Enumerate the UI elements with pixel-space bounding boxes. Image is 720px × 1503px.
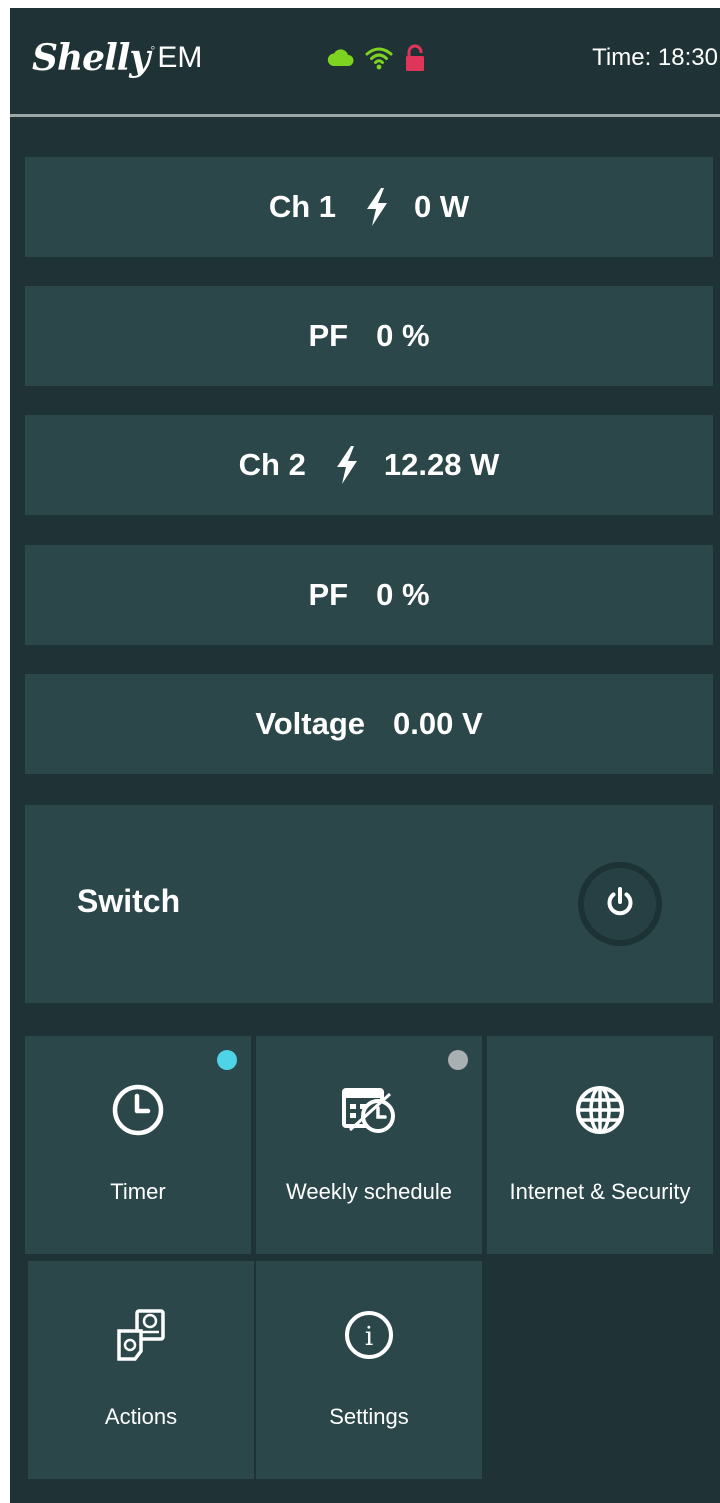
app-header: Shelly ◦ EM Time: 18:30 (10, 8, 720, 114)
actions-icon (28, 1307, 254, 1363)
bolt-icon (364, 187, 390, 227)
status-icons (326, 44, 426, 72)
switch-label: Switch (77, 883, 181, 919)
row-label: PF (308, 577, 349, 612)
info-icon: i (256, 1307, 482, 1363)
clock-icon (25, 1082, 251, 1138)
actions-tile[interactable]: Actions (28, 1261, 254, 1479)
row-value: 0 % (376, 577, 430, 612)
logo-model: EM (157, 41, 203, 74)
tile-label: Internet & Security (509, 1179, 691, 1204)
timer-tile[interactable]: Timer (25, 1036, 251, 1254)
switch-card: Switch (25, 805, 713, 1003)
schedule-indicator-dot (448, 1050, 468, 1070)
globe-icon (487, 1082, 713, 1138)
tile-label: Weekly schedule (286, 1179, 452, 1204)
svg-text:i: i (365, 1322, 373, 1352)
wifi-icon (364, 46, 394, 70)
header-divider (10, 114, 720, 117)
power-icon (603, 885, 637, 924)
timer-indicator-dot (217, 1050, 237, 1070)
app-screen: Shelly ◦ EM Time: 18:30 Ch 1 0 W PF 0 % … (10, 8, 720, 1503)
power-button[interactable] (578, 862, 662, 946)
shelly-logo: Shelly ◦ EM (32, 36, 202, 80)
settings-tile[interactable]: i Settings (256, 1261, 482, 1479)
row-value: 12.28 W (383, 447, 500, 482)
row-label: Ch 2 (238, 447, 306, 482)
row-value: 0 % (376, 318, 430, 353)
row-value: 0.00 V (393, 706, 483, 741)
row-label: Ch 1 (268, 189, 337, 224)
tile-label: Timer (110, 1179, 166, 1204)
internet-security-tile[interactable]: Internet & Security (487, 1036, 713, 1254)
voltage-row: Voltage 0.00 V (25, 674, 713, 774)
cloud-icon (326, 48, 354, 68)
logo-script: Shelly (32, 37, 150, 79)
tile-label: Actions (104, 1404, 178, 1429)
row-label: PF (308, 318, 349, 353)
time-display: Time: 18:30 (592, 44, 718, 71)
logo-registered-mark: ◦ (150, 39, 156, 55)
calendar-icon (256, 1082, 482, 1138)
tile-label: Settings (329, 1404, 409, 1429)
channel-1-pf-row: PF 0 % (25, 286, 713, 386)
weekly-schedule-tile[interactable]: Weekly schedule (256, 1036, 482, 1254)
channel-1-power-row: Ch 1 0 W (25, 157, 713, 257)
row-value: 0 W (414, 189, 470, 224)
row-label: Voltage (255, 706, 366, 741)
bolt-icon (334, 445, 360, 485)
unlocked-icon (404, 44, 426, 72)
channel-2-pf-row: PF 0 % (25, 545, 713, 645)
channel-2-power-row: Ch 2 12.28 W (25, 415, 713, 515)
